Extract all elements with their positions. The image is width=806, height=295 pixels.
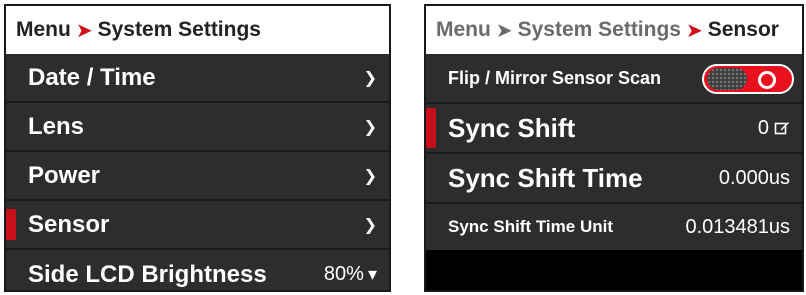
breadcrumb-system-settings[interactable]: System Settings: [518, 18, 681, 42]
breadcrumb-system-settings: System Settings: [97, 18, 261, 41]
edit-icon[interactable]: [774, 120, 790, 136]
setting-value: 0: [758, 117, 790, 140]
breadcrumb-separator-icon: ➤: [685, 19, 703, 42]
chevron-down-icon: ▾: [367, 264, 377, 284]
breadcrumb-menu[interactable]: Menu: [436, 18, 491, 42]
sensor-settings-panel: Menu ➤ System Settings ➤ Sensor Flip / M…: [424, 4, 804, 292]
menu-item-power[interactable]: Power ❯: [6, 152, 389, 201]
setting-label: Sync Shift: [448, 112, 576, 143]
setting-label: Sync Shift Time: [448, 162, 643, 193]
toggle-on-icon: [758, 71, 776, 89]
menu-item-sensor[interactable]: Sensor ❯: [6, 201, 389, 250]
menu-item-label: Date / Time: [28, 63, 156, 91]
menu-item-label: Side LCD Brightness: [28, 260, 267, 288]
selection-indicator: [426, 108, 436, 148]
sync-shift-time-value: 0.000us: [718, 166, 790, 189]
sync-shift-time-unit-value: 0.013481us: [685, 215, 790, 238]
flip-mirror-toggle[interactable]: [702, 64, 794, 94]
brightness-value: 80%: [323, 263, 364, 285]
menu-item-date-time[interactable]: Date / Time ❯: [6, 54, 389, 103]
chevron-right-icon: ❯: [363, 69, 377, 87]
menu-item-value: 80% ▾: [324, 263, 377, 286]
breadcrumb-separator-icon: ➤: [495, 19, 513, 42]
setting-label: Sync Shift Time Unit: [448, 217, 613, 236]
setting-sync-shift-time[interactable]: Sync Shift Time 0.000us: [426, 154, 802, 204]
chevron-right-icon: ❯: [363, 167, 377, 185]
menu-item-label: Lens: [28, 112, 85, 140]
sync-shift-value: 0: [757, 116, 769, 139]
breadcrumb: Menu ➤ System Settings ➤ Sensor: [426, 6, 802, 54]
selection-indicator: [6, 209, 16, 240]
breadcrumb: Menu ➤ System Settings: [6, 6, 389, 54]
setting-label: Flip / Mirror Sensor Scan: [448, 67, 662, 88]
setting-flip-mirror-sensor-scan[interactable]: Flip / Mirror Sensor Scan: [426, 54, 802, 104]
breadcrumb-separator-icon: ➤: [75, 19, 93, 42]
setting-sync-shift[interactable]: Sync Shift 0: [426, 104, 802, 154]
chevron-right-icon: ❯: [363, 216, 377, 234]
menu-item-label: Sensor: [28, 210, 110, 238]
menu-item-lens[interactable]: Lens ❯: [6, 103, 389, 152]
menu-item-label: Power: [28, 161, 101, 189]
menu-item-side-lcd-brightness[interactable]: Side LCD Brightness 80% ▾: [6, 250, 389, 290]
setting-sync-shift-time-unit[interactable]: Sync Shift Time Unit 0.013481us: [426, 204, 802, 250]
system-settings-panel: Menu ➤ System Settings Date / Time ❯ Len…: [4, 4, 391, 292]
chevron-right-icon: ❯: [363, 118, 377, 136]
empty-area: [426, 250, 802, 290]
breadcrumb-menu[interactable]: Menu: [16, 18, 71, 42]
toggle-knob: [707, 68, 747, 90]
breadcrumb-sensor: Sensor: [707, 18, 779, 41]
